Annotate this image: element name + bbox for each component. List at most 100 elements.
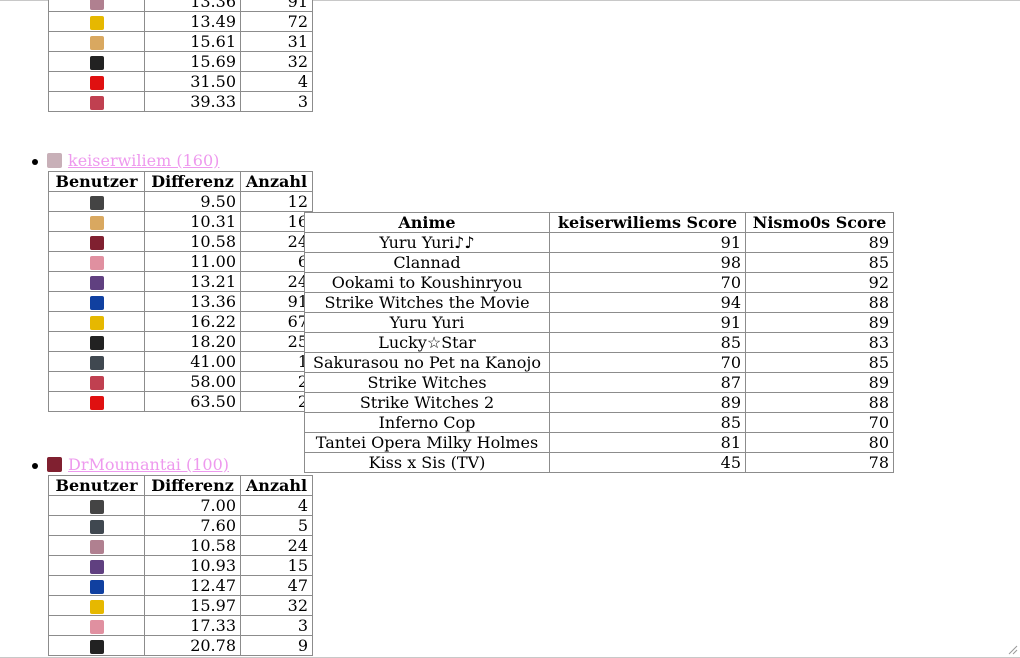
count-cell: 91 — [240, 291, 313, 312]
user-icon-cell[interactable] — [48, 211, 145, 232]
count-cell: 3 — [240, 91, 313, 112]
column-header-anzahl: Anzahl — [240, 475, 313, 496]
swiss-flag-icon[interactable] — [89, 395, 104, 410]
column-header-anzahl: Anzahl — [240, 171, 313, 192]
user-icon-cell[interactable] — [48, 0, 145, 12]
anime-girl-icon[interactable] — [89, 539, 104, 554]
user-score-cell: 85 — [549, 332, 746, 353]
difference-cell: 13.49 — [144, 11, 241, 32]
count-cell: 24 — [240, 535, 313, 556]
difference-cell: 7.00 — [144, 495, 241, 516]
pink-girl-icon[interactable] — [89, 619, 104, 634]
user-icon-cell[interactable] — [48, 231, 145, 252]
skull-icon[interactable] — [89, 335, 104, 350]
score-comparison-table: Anime keiserwiliems Score Nismo0s Score … — [304, 212, 894, 473]
red-hair-girl-icon[interactable] — [89, 95, 104, 110]
column-header-anime: Anime — [304, 212, 550, 233]
anime-girl-icon[interactable] — [89, 0, 104, 10]
dark-red-girl-icon[interactable] — [89, 235, 104, 250]
table-row: 10.58 24 — [48, 535, 313, 556]
user-icon-cell[interactable] — [48, 91, 145, 112]
anime-title-cell: Clannad — [304, 252, 550, 273]
swiss-flag-icon[interactable] — [89, 75, 104, 90]
user-icon-cell[interactable] — [48, 271, 145, 292]
user-icon-cell[interactable] — [48, 51, 145, 72]
anime-title-cell: Inferno Cop — [304, 412, 550, 433]
user-link-drmoumantai[interactable]: DrMoumantai (100) — [68, 455, 229, 474]
user-icon-cell[interactable] — [48, 71, 145, 92]
table-row: 39.33 3 — [48, 91, 313, 112]
user-icon-cell[interactable] — [48, 595, 145, 616]
user-link-keiserwiliem[interactable]: keiserwiliem (160) — [68, 151, 219, 170]
user-entry-keiserwiliem: keiserwiliem (160) — [32, 152, 219, 170]
resize-grip-icon[interactable] — [1008, 645, 1018, 655]
difference-cell: 20.78 — [144, 635, 241, 656]
user-icon-cell[interactable] — [48, 391, 145, 412]
count-cell: 67 — [240, 311, 313, 332]
table-row: 13.36 91 — [48, 291, 313, 312]
skull-icon[interactable] — [89, 55, 104, 70]
user-score-cell: 81 — [549, 432, 746, 453]
user-icon-cell[interactable] — [48, 515, 145, 536]
table-row: Strike Witches the Movie 94 88 — [304, 292, 894, 313]
user-icon-cell[interactable] — [48, 251, 145, 272]
user-icon-cell[interactable] — [48, 351, 145, 372]
finland-flag-icon[interactable] — [89, 295, 104, 310]
count-cell: 31 — [240, 31, 313, 52]
table-row: 58.00 2 — [48, 371, 313, 392]
rainbow-mushroom-icon[interactable] — [89, 315, 104, 330]
user-icon-cell[interactable] — [48, 31, 145, 52]
user-icon-cell[interactable] — [48, 635, 145, 656]
doge-icon[interactable] — [89, 35, 104, 50]
red-hair-girl-icon[interactable] — [89, 375, 104, 390]
car-icon[interactable] — [89, 499, 104, 514]
dark-girl-icon[interactable] — [89, 519, 104, 534]
count-cell: 2 — [240, 391, 313, 412]
doge-icon[interactable] — [89, 215, 104, 230]
user-icon-cell[interactable] — [48, 11, 145, 32]
user-icon-cell[interactable] — [48, 555, 145, 576]
difference-cell: 31.50 — [144, 71, 241, 92]
table-row: Yuru Yuri♪♪ 91 89 — [304, 232, 894, 253]
count-cell: 16 — [240, 211, 313, 232]
purple-girl-icon[interactable] — [89, 275, 104, 290]
column-header-differenz: Differenz — [144, 171, 241, 192]
other-score-cell: 83 — [745, 332, 894, 353]
car-icon[interactable] — [89, 195, 104, 210]
anime-title-cell: Yuru Yuri — [304, 312, 550, 333]
difference-cell: 10.31 — [144, 211, 241, 232]
purple-girl-icon[interactable] — [89, 559, 104, 574]
table-row: 12.47 47 — [48, 575, 313, 596]
user-icon-cell[interactable] — [48, 311, 145, 332]
finland-flag-icon[interactable] — [89, 579, 104, 594]
user-score-cell: 85 — [549, 412, 746, 433]
user-icon-cell[interactable] — [48, 575, 145, 596]
other-score-cell: 89 — [745, 372, 894, 393]
pink-girl-icon[interactable] — [89, 255, 104, 270]
count-cell: 15 — [240, 555, 313, 576]
difference-cell: 58.00 — [144, 371, 241, 392]
column-header-benutzer: Benutzer — [48, 171, 145, 192]
user-icon-cell[interactable] — [48, 371, 145, 392]
user-icon-cell[interactable] — [48, 291, 145, 312]
anime-title-cell: Strike Witches — [304, 372, 550, 393]
count-cell: 25 — [240, 331, 313, 352]
rainbow-mushroom-icon[interactable] — [89, 15, 104, 30]
rainbow-mushroom-icon[interactable] — [89, 599, 104, 614]
table-row: 15.61 31 — [48, 31, 313, 52]
count-cell: 32 — [240, 51, 313, 72]
user-icon-cell[interactable] — [48, 191, 145, 212]
anime-title-cell: Strike Witches the Movie — [304, 292, 550, 313]
user-icon-cell[interactable] — [48, 495, 145, 516]
table-row: 7.60 5 — [48, 515, 313, 536]
table-row: Yuru Yuri 91 89 — [304, 312, 894, 333]
count-cell: 24 — [240, 231, 313, 252]
user-icon-cell[interactable] — [48, 615, 145, 636]
user-icon-cell[interactable] — [48, 331, 145, 352]
anime-title-cell: Ookami to Koushinryou — [304, 272, 550, 293]
dark-girl-icon[interactable] — [89, 355, 104, 370]
user-icon-cell[interactable] — [48, 535, 145, 556]
table-row: 13.21 24 — [48, 271, 313, 292]
skull-icon[interactable] — [89, 639, 104, 654]
other-score-cell: 70 — [745, 412, 894, 433]
